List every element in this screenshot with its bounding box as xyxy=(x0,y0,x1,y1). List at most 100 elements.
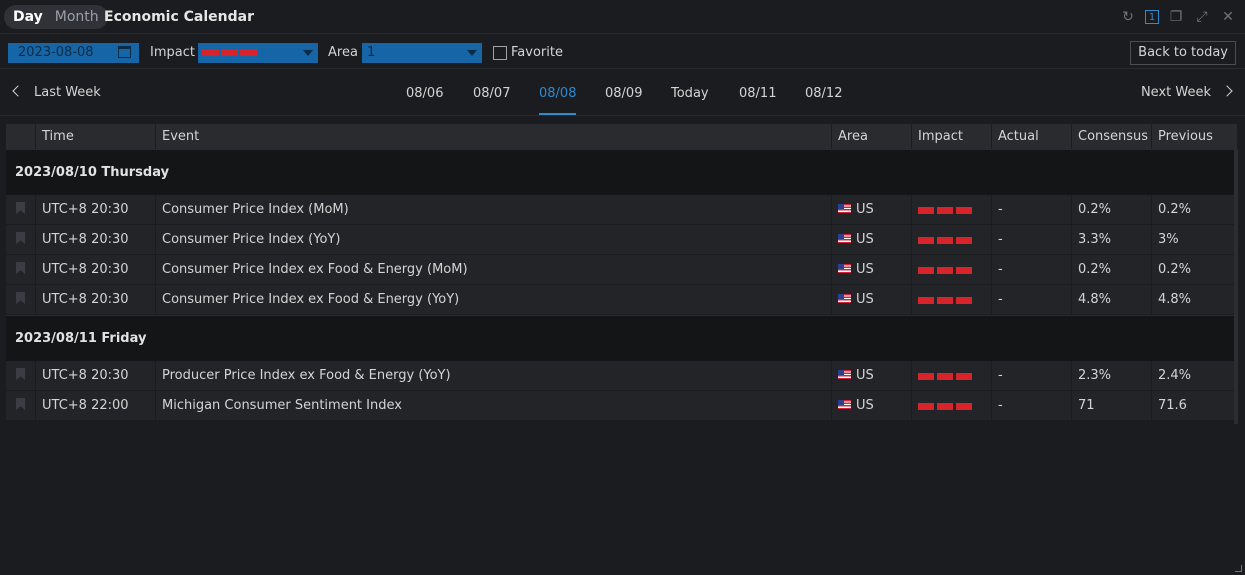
back-to-today-button[interactable]: Back to today xyxy=(1130,41,1236,65)
resize-handle-icon[interactable] xyxy=(1235,565,1242,572)
table-row[interactable]: UTC+8 20:30 Producer Price Index ex Food… xyxy=(6,361,1238,391)
impact-label: Impact xyxy=(150,45,195,60)
table-row[interactable]: UTC+8 20:30 Consumer Price Index ex Food… xyxy=(6,285,1238,315)
impact-select[interactable] xyxy=(198,43,318,63)
expand-icon[interactable]: ⤢ xyxy=(1193,8,1211,26)
day-tab[interactable]: 08/11 xyxy=(739,86,776,101)
area-select-value: 1 xyxy=(367,45,376,60)
event-consensus: 71 xyxy=(1072,391,1152,420)
event-name: Consumer Price Index (MoM) xyxy=(156,195,832,224)
date-group-header: 2023/08/11 Friday xyxy=(6,315,1238,361)
column-header-actual[interactable]: Actual xyxy=(992,124,1072,149)
event-name: Producer Price Index ex Food & Energy (Y… xyxy=(156,361,832,390)
table-row[interactable]: UTC+8 20:30 Consumer Price Index ex Food… xyxy=(6,255,1238,285)
event-previous: 2.4% xyxy=(1152,361,1238,390)
event-time: UTC+8 20:30 xyxy=(36,255,156,284)
area-select[interactable]: 1 xyxy=(362,43,482,63)
tab-month[interactable]: Month xyxy=(49,6,105,28)
day-tab[interactable]: 08/06 xyxy=(406,86,443,101)
window-number-badge[interactable]: 1 xyxy=(1145,10,1159,24)
last-week-button[interactable]: Last Week xyxy=(12,85,101,100)
impact-high-icon xyxy=(918,237,972,244)
day-tab[interactable]: 08/09 xyxy=(605,86,642,101)
event-time: UTC+8 20:30 xyxy=(36,225,156,254)
close-icon[interactable]: ✕ xyxy=(1219,8,1237,26)
title-bar: Day Month Economic Calendar ↻ 1 ❐ ⤢ ✕ xyxy=(0,0,1245,34)
favorite-checkbox[interactable] xyxy=(493,46,507,60)
bookmark-icon[interactable] xyxy=(16,398,25,410)
event-actual: - xyxy=(992,255,1072,284)
column-header-impact[interactable]: Impact xyxy=(912,124,992,149)
impact-high-icon xyxy=(918,373,972,380)
event-area: US xyxy=(856,398,874,413)
chevron-down-icon xyxy=(303,50,313,56)
impact-high-icon xyxy=(918,403,972,410)
next-week-button[interactable]: Next Week xyxy=(1140,85,1233,100)
event-area: US xyxy=(856,202,874,217)
table-header: Time Event Area Impact Actual Consensus … xyxy=(6,124,1238,149)
event-previous: 0.2% xyxy=(1152,255,1238,284)
event-actual: - xyxy=(992,195,1072,224)
event-name: Michigan Consumer Sentiment Index xyxy=(156,391,832,420)
table-scrollbar[interactable] xyxy=(1234,149,1238,424)
bookmark-icon[interactable] xyxy=(16,232,25,244)
event-consensus: 0.2% xyxy=(1072,255,1152,284)
tab-day[interactable]: Day xyxy=(7,6,49,28)
impact-high-icon xyxy=(918,207,972,214)
table-row[interactable]: UTC+8 22:00 Michigan Consumer Sentiment … xyxy=(6,391,1238,421)
us-flag-icon xyxy=(838,264,851,273)
bookmark-icon[interactable] xyxy=(16,202,25,214)
event-area: US xyxy=(856,368,874,383)
day-tab-today[interactable]: Today xyxy=(671,86,709,101)
week-navigation: Last Week 08/06 08/07 08/08 08/09 Today … xyxy=(0,70,1245,116)
view-toggle: Day Month xyxy=(4,5,108,29)
refresh-icon[interactable]: ↻ xyxy=(1119,8,1137,26)
day-tab-active[interactable]: 08/08 xyxy=(539,86,577,115)
table-row[interactable]: UTC+8 20:30 Consumer Price Index (MoM) U… xyxy=(6,195,1238,225)
favorite-label[interactable]: Favorite xyxy=(511,45,563,60)
table-row[interactable]: UTC+8 20:30 Consumer Price Index (YoY) U… xyxy=(6,225,1238,255)
date-group-header: 2023/08/10 Thursday xyxy=(6,149,1238,195)
area-label: Area xyxy=(328,45,358,60)
page-title: Economic Calendar xyxy=(104,9,254,25)
next-week-label: Next Week xyxy=(1140,85,1211,100)
column-header-bookmark xyxy=(6,124,36,149)
calendar-icon[interactable] xyxy=(118,46,131,58)
date-picker[interactable]: 2023-08-08 xyxy=(8,43,139,63)
column-header-event[interactable]: Event xyxy=(156,124,832,149)
event-time: UTC+8 22:00 xyxy=(36,391,156,420)
event-previous: 4.8% xyxy=(1152,285,1238,314)
us-flag-icon xyxy=(838,234,851,243)
event-name: Consumer Price Index ex Food & Energy (Y… xyxy=(156,285,832,314)
event-consensus: 0.2% xyxy=(1072,195,1152,224)
chevron-left-icon xyxy=(12,85,24,97)
last-week-label: Last Week xyxy=(34,85,101,100)
event-actual: - xyxy=(992,361,1072,390)
column-header-previous[interactable]: Previous xyxy=(1152,124,1238,149)
bookmark-icon[interactable] xyxy=(16,262,25,274)
event-area: US xyxy=(856,262,874,277)
event-consensus: 3.3% xyxy=(1072,225,1152,254)
column-header-area[interactable]: Area xyxy=(832,124,912,149)
us-flag-icon xyxy=(838,204,851,213)
column-header-consensus[interactable]: Consensus xyxy=(1072,124,1152,149)
impact-high-icon xyxy=(918,267,972,274)
date-value: 2023-08-08 xyxy=(18,45,94,60)
us-flag-icon xyxy=(838,294,851,303)
event-actual: - xyxy=(992,391,1072,420)
impact-high-icon xyxy=(918,297,972,304)
day-tab[interactable]: 08/12 xyxy=(805,86,842,101)
us-flag-icon xyxy=(838,370,851,379)
duplicate-window-icon[interactable]: ❐ xyxy=(1167,8,1185,26)
bookmark-icon[interactable] xyxy=(16,368,25,380)
event-area: US xyxy=(856,292,874,307)
event-previous: 3% xyxy=(1152,225,1238,254)
event-time: UTC+8 20:30 xyxy=(36,195,156,224)
events-table: Time Event Area Impact Actual Consensus … xyxy=(6,124,1238,421)
day-tab[interactable]: 08/07 xyxy=(473,86,510,101)
column-header-time[interactable]: Time xyxy=(36,124,156,149)
event-time: UTC+8 20:30 xyxy=(36,285,156,314)
us-flag-icon xyxy=(838,400,851,409)
bookmark-icon[interactable] xyxy=(16,292,25,304)
chevron-down-icon xyxy=(467,50,477,56)
